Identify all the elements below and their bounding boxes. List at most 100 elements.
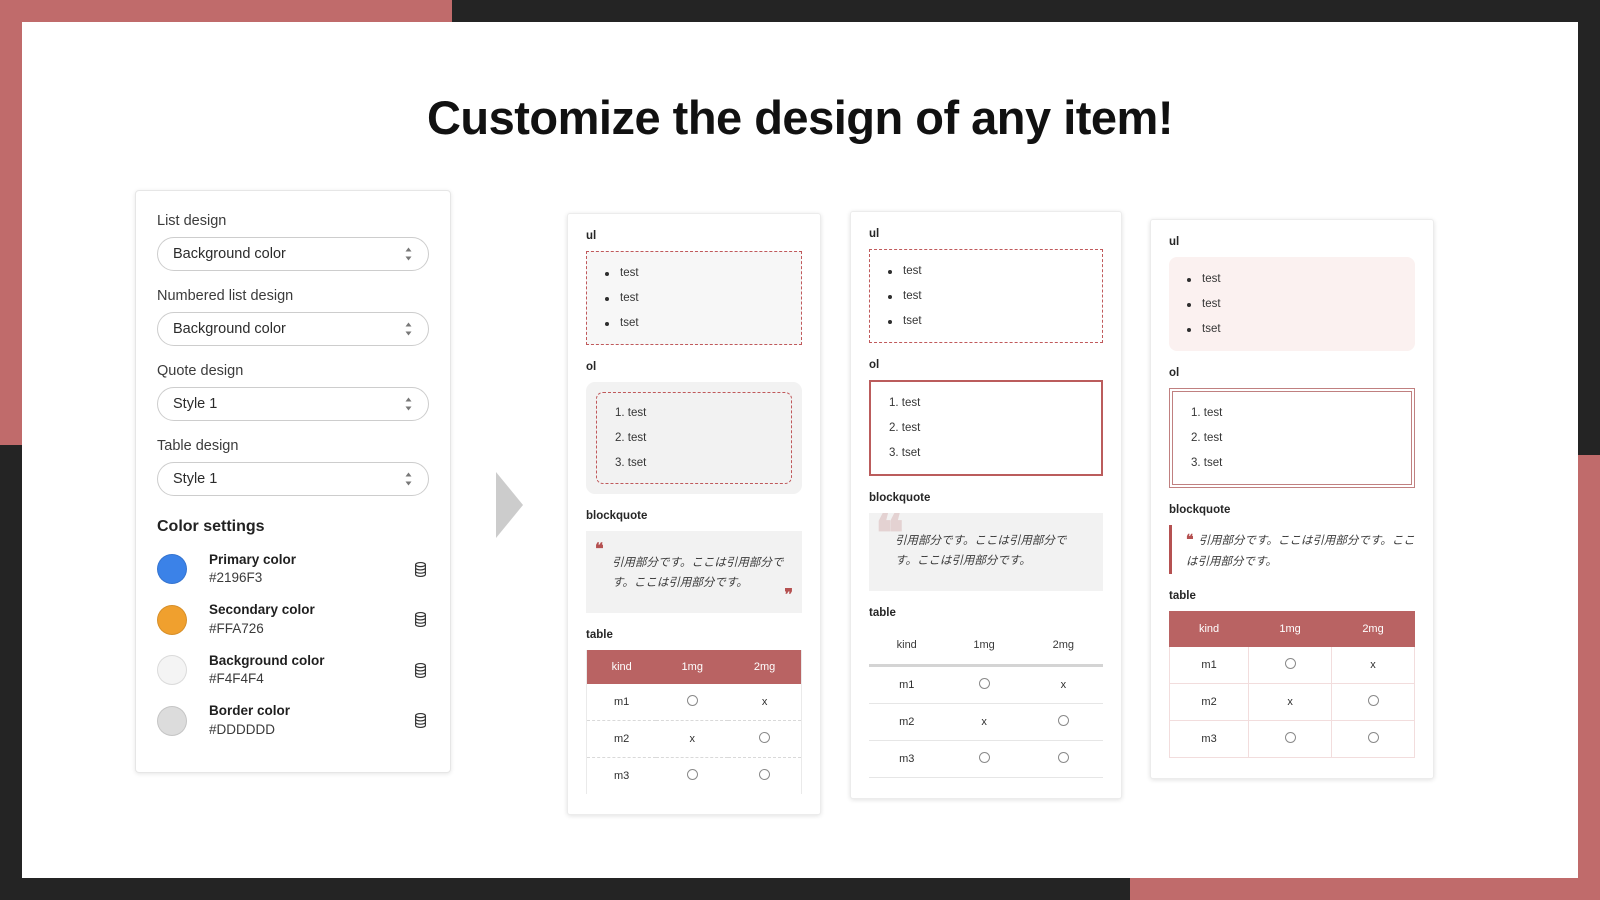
table-cell-mark: x	[981, 716, 987, 729]
list-item: tset	[901, 447, 921, 459]
preview-card-style-1: ul test test tset ol test test tset bloc…	[567, 213, 821, 816]
select-list-design[interactable]: Background color	[157, 237, 429, 271]
ul-box-dashed-gray: test test tset	[586, 251, 802, 345]
table-header-cell: 1mg	[973, 639, 995, 652]
list-item: tset	[1183, 323, 1401, 335]
list-item: tset	[884, 315, 1088, 327]
frame-band-red-top	[0, 0, 452, 22]
table-row: m3	[1168, 719, 1415, 758]
preview-blockquote-style-1: ❝ 引用部分です。ここは引用部分です。ここは引用部分です。 ❞	[586, 531, 802, 614]
table-cell-mark	[1024, 704, 1103, 741]
ol-box-double-red: test test tset	[1169, 388, 1415, 488]
table-cell-kind: m3	[899, 753, 915, 766]
table-row: m2 x	[586, 721, 802, 758]
color-row-secondary[interactable]: Secondary color #FFA726	[157, 594, 429, 644]
table-cell-kind: m3	[614, 770, 630, 783]
list-item: test	[1183, 298, 1401, 310]
color-hex-border: #DDDDDD	[209, 721, 276, 737]
database-icon[interactable]	[412, 712, 429, 729]
table-cell-mark	[944, 666, 1023, 704]
frame-band-dark-left	[0, 445, 22, 900]
tag-label-blockquote: blockquote	[586, 510, 648, 522]
table-cell-mark	[656, 684, 728, 721]
ul-box-tinted: test test tset	[1169, 257, 1415, 351]
database-icon[interactable]	[412, 662, 429, 679]
circle-mark-icon	[1057, 715, 1069, 727]
tag-label-table: table	[1169, 589, 1196, 602]
frame-band-red-bottom	[1130, 878, 1600, 900]
list-item: test	[601, 267, 787, 279]
color-name-border: Border color	[209, 703, 291, 719]
label-list-design: List design	[157, 213, 227, 229]
tag-label-blockquote: blockquote	[869, 492, 931, 504]
circle-mark-icon	[759, 769, 771, 781]
color-swatch-secondary[interactable]	[157, 604, 187, 635]
table-row: m3	[869, 741, 1103, 778]
color-swatch-background[interactable]	[157, 655, 187, 686]
preview-table-style-2: kind 1mg 2mg m1 x m2 x m3	[869, 628, 1103, 778]
quote-open-icon: ❝	[595, 541, 604, 558]
blockquote-text: 引用部分です。ここは引用部分です。ここは引用部分です。	[895, 535, 1067, 568]
preview-table-style-1: kind 1mg 2mg m1 x m2 x m3	[586, 650, 802, 795]
blockquote-text: 引用部分です。ここは引用部分です。ここは引用部分です。	[612, 557, 784, 590]
color-swatch-primary[interactable]	[157, 554, 187, 585]
database-icon[interactable]	[412, 561, 429, 578]
database-icon[interactable]	[412, 611, 429, 628]
preview-ol: test test tset	[1187, 407, 1397, 469]
quote-close-icon: ❞	[784, 587, 793, 605]
color-row-primary[interactable]: Primary color #2196F3	[157, 544, 429, 594]
color-row-background[interactable]: Background color #F4F4F4	[157, 645, 429, 695]
select-numbered-list-design-value: Background color	[173, 321, 286, 337]
list-item: test	[884, 290, 1088, 302]
table-header-cell: 2mg	[728, 650, 802, 685]
field-quote-design: Quote design Style 1	[157, 363, 429, 421]
chevron-updown-icon	[405, 322, 412, 336]
content-stage: Customize the design of any item! List d…	[22, 22, 1578, 878]
table-header-row: kind 1mg 2mg	[1168, 610, 1415, 647]
color-swatch-border[interactable]	[157, 705, 187, 736]
select-list-design-value: Background color	[173, 246, 286, 262]
frame-band-dark-right	[1578, 0, 1600, 455]
table-row: m2 x	[1168, 682, 1415, 721]
circle-mark-icon	[1284, 657, 1296, 669]
preview-card-style-2: ul test test tset ol test test tset bloc…	[850, 211, 1122, 800]
select-table-design[interactable]: Style 1	[157, 462, 429, 496]
list-item: tset	[1203, 457, 1223, 469]
blockquote-text: 引用部分です。ここは引用部分です。ここは引用部分です。	[1186, 535, 1415, 568]
list-item: test	[1183, 273, 1401, 285]
color-text-secondary: Secondary color #FFA726	[209, 601, 412, 637]
table-cell-kind: m2	[614, 733, 630, 746]
preview-table-style-3: kind 1mg 2mg m1 x m2 x m3	[1168, 610, 1415, 758]
table-row: m3	[587, 758, 802, 795]
preview-card-style-3: ul test test tset ol test test tset bloc…	[1150, 219, 1434, 779]
color-hex-secondary: #FFA726	[209, 620, 264, 636]
circle-mark-icon	[1367, 694, 1379, 706]
color-hex-background: #F4F4F4	[209, 671, 264, 687]
color-name-primary: Primary color	[209, 552, 297, 567]
circle-mark-icon	[686, 769, 698, 781]
select-numbered-list-design[interactable]: Background color	[157, 312, 429, 346]
color-row-border[interactable]: Border color #DDDDDD	[157, 695, 429, 745]
table-cell-kind: m2	[899, 716, 915, 729]
table-cell-kind: m1	[1168, 645, 1250, 684]
preview-ul: test test tset	[884, 265, 1088, 327]
list-item: test	[627, 407, 647, 419]
table-row: m2 x	[869, 704, 1103, 741]
label-quote-design: Quote design	[157, 363, 244, 379]
table-cell-mark: x	[761, 696, 768, 709]
color-text-background: Background color #F4F4F4	[209, 652, 412, 688]
list-item: test	[627, 432, 647, 444]
table-header-row: kind 1mg 2mg	[586, 650, 802, 685]
field-table-design: Table design Style 1	[157, 438, 429, 496]
table-cell-mark	[728, 758, 801, 795]
select-quote-design[interactable]: Style 1	[157, 387, 429, 421]
tag-label-table: table	[869, 607, 896, 620]
color-name-secondary: Secondary color	[209, 602, 315, 618]
table-cell-mark	[944, 741, 1023, 778]
table-cell-mark: x	[1060, 679, 1067, 692]
preview-ol: test test tset	[885, 397, 1087, 459]
circle-mark-icon	[978, 678, 990, 690]
table-cell-kind: m1	[614, 696, 630, 709]
frame-band-dark-bottom	[0, 878, 1130, 900]
field-numbered-list-design: Numbered list design Background color	[157, 288, 429, 346]
